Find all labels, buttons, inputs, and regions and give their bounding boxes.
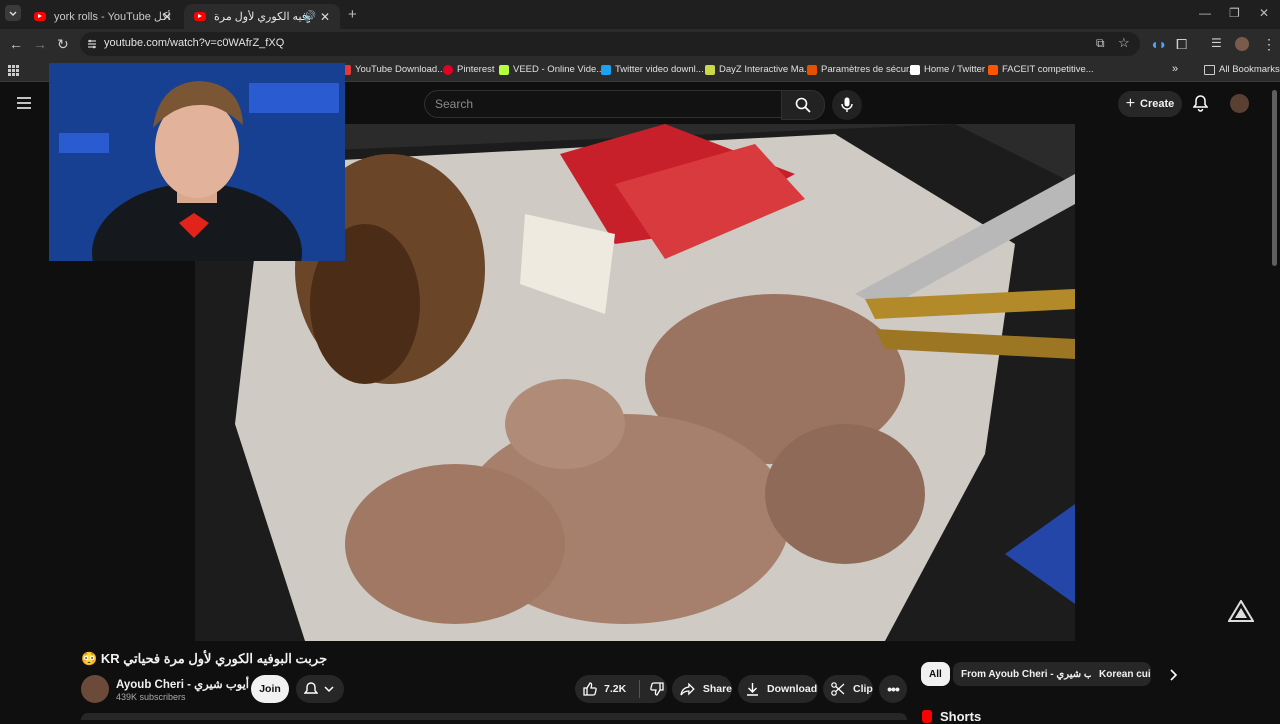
page-scrollbar[interactable] <box>1272 90 1277 266</box>
divider <box>639 680 640 698</box>
streamer-facecam <box>49 63 345 261</box>
notifications-bell-icon[interactable] <box>1193 95 1208 112</box>
restore-icon[interactable]: ❐ <box>1229 6 1240 20</box>
create-button[interactable]: + Create <box>1118 91 1182 117</box>
dayz-icon <box>705 64 715 75</box>
subscribed-notifications-button[interactable] <box>296 675 344 703</box>
bookmark-item[interactable]: DayZ Interactive Ma... <box>705 64 812 75</box>
reload-icon[interactable]: ↻ <box>57 36 69 53</box>
twitter-download-icon <box>601 64 611 75</box>
bookmark-item[interactable]: YouTube Download... <box>341 64 445 75</box>
tab-title: york rolls - YouTube تحدي أكل <box>54 11 174 23</box>
like-count: 7.2K <box>604 683 627 695</box>
new-tab-button[interactable]: + <box>348 6 357 23</box>
youtube-favicon-icon <box>194 12 206 21</box>
close-icon[interactable]: ✕ <box>162 10 172 24</box>
join-button[interactable]: Join <box>251 675 289 703</box>
speaker-icon[interactable]: 🔊 <box>304 11 316 22</box>
download-button[interactable]: Download <box>738 675 818 703</box>
site-info-icon[interactable] <box>86 38 98 50</box>
voice-search-button[interactable] <box>832 90 862 120</box>
extension-audio-icon[interactable]: ◖◗ <box>1150 36 1167 52</box>
chip-from-channel[interactable]: From Ayoub Cheri - أيوب شيري <box>953 662 1113 686</box>
video-title: جربت البوفيه الكوري لأول مرة فحياتي KR 😳 <box>81 651 328 666</box>
subscriber-count: 439K subscribers <box>116 692 186 702</box>
channel-name[interactable]: Ayoub Cheri - أيوب شيري <box>116 677 265 691</box>
microphone-icon <box>841 97 853 112</box>
bookmark-item[interactable]: Twitter video downl... <box>601 64 704 75</box>
minimize-icon[interactable]: — <box>1199 6 1211 20</box>
channel-avatar[interactable] <box>81 675 109 703</box>
browser-tab[interactable]: york rolls - YouTube تحدي أكل ✕ <box>24 4 182 29</box>
chip-korean-cuisine[interactable]: Korean cuisi <box>1091 662 1151 686</box>
more-horizontal-icon: ••• <box>887 681 900 697</box>
download-icon <box>747 683 758 696</box>
user-avatar[interactable] <box>1230 94 1249 113</box>
tab-search-button[interactable] <box>5 5 21 21</box>
chevron-right-icon[interactable] <box>1168 669 1178 681</box>
search-button[interactable] <box>781 90 825 120</box>
facecam-image <box>49 63 345 261</box>
plus-icon: + <box>1125 95 1136 112</box>
bookmark-item[interactable]: Home / Twitter <box>910 64 985 75</box>
media-queue-icon[interactable]: ☰ <box>1211 36 1222 50</box>
shorts-section-header: Shorts <box>922 709 981 724</box>
scissors-icon <box>831 682 845 696</box>
browser-tab-strip: york rolls - YouTube تحدي أكل ✕ جربت الب… <box>0 0 1280 29</box>
search-input[interactable]: Search <box>424 90 782 118</box>
description-box-edge <box>81 713 907 720</box>
forward-arrow-icon[interactable]: → <box>33 36 47 52</box>
thumbs-up-icon <box>583 682 597 696</box>
bookmark-item[interactable]: FACEIT competitive... <box>988 64 1094 75</box>
folder-icon <box>1204 64 1215 75</box>
shorts-icon <box>922 710 932 723</box>
bookmarks-overflow-icon[interactable]: » <box>1172 63 1178 75</box>
share-icon <box>680 682 695 695</box>
bookmark-item[interactable]: VEED - Online Vide... <box>499 64 604 75</box>
browser-toolbar: ← → ↻ youtube.com/watch?v=c0WAfrZ_fXQ ⧉ … <box>0 29 1280 59</box>
all-bookmarks-folder[interactable]: All Bookmarks <box>1204 64 1280 75</box>
hamburger-menu-icon[interactable] <box>17 97 31 109</box>
close-icon[interactable]: ✕ <box>320 10 330 24</box>
address-bar[interactable]: youtube.com/watch?v=c0WAfrZ_fXQ ⧉ ☆ <box>80 32 1140 56</box>
chip-all[interactable]: All <box>921 662 950 686</box>
window-close-icon[interactable]: ✕ <box>1259 6 1269 20</box>
clip-button[interactable]: Clip <box>823 675 873 703</box>
settings-icon <box>807 64 817 75</box>
apps-grid-icon[interactable] <box>8 65 19 76</box>
youtube-favicon-icon <box>34 12 46 21</box>
x-icon <box>910 64 920 75</box>
bookmark-item[interactable]: Pinterest <box>443 64 495 75</box>
chevron-down-icon <box>324 686 334 693</box>
url-text: youtube.com/watch?v=c0WAfrZ_fXQ <box>104 37 285 49</box>
faceit-icon <box>988 64 998 75</box>
like-button[interactable]: 7.2K <box>575 682 635 696</box>
install-app-icon[interactable]: ⧉ <box>1096 36 1105 51</box>
chevron-down-icon <box>9 11 17 16</box>
like-dislike-group: 7.2K <box>575 675 667 703</box>
search-placeholder: Search <box>435 97 474 111</box>
back-arrow-icon[interactable]: ← <box>9 36 23 52</box>
extensions-puzzle-icon[interactable]: ⧠ <box>1176 36 1187 53</box>
browser-tab-active[interactable]: جربت البوفيه الكوري لأول مرة 🔊 ✕ <box>184 4 340 29</box>
tab-title: جربت البوفيه الكوري لأول مرة <box>214 11 310 23</box>
more-actions-button[interactable]: ••• <box>879 675 907 703</box>
thumbs-down-icon[interactable] <box>650 682 664 696</box>
bookmark-star-icon[interactable]: ☆ <box>1118 35 1130 51</box>
bookmark-item[interactable]: Paramètres de sécur... <box>807 64 917 75</box>
pinterest-icon <box>443 64 453 75</box>
browser-menu-icon[interactable]: ⋮ <box>1262 36 1276 53</box>
channel-watermark-icon[interactable] <box>1228 600 1254 622</box>
search-icon <box>795 97 811 113</box>
profile-avatar[interactable] <box>1235 37 1249 51</box>
share-button[interactable]: Share <box>672 675 732 703</box>
veed-icon <box>499 64 509 75</box>
bell-icon <box>304 681 318 694</box>
